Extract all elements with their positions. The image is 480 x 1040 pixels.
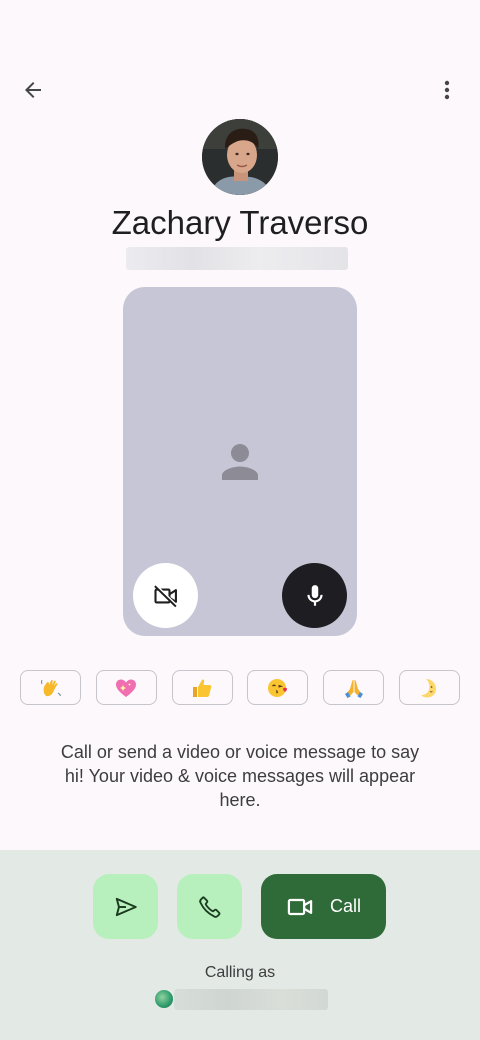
phone-icon <box>198 896 220 918</box>
account-avatar <box>155 990 173 1008</box>
sparkling-heart-icon <box>116 679 137 697</box>
reaction-waving-hand-button[interactable] <box>20 670 81 705</box>
mic-icon <box>306 584 323 606</box>
reaction-bar <box>20 670 460 708</box>
videocam-icon <box>287 898 313 915</box>
reaction-folded-hands-button[interactable] <box>323 670 385 705</box>
thumbs-up-icon <box>193 679 212 697</box>
reaction-sparkling-heart-button[interactable] <box>95 670 157 705</box>
person-icon <box>213 435 267 494</box>
bottom-action-panel: Call Calling as <box>0 850 480 1040</box>
waving-hand-icon <box>40 679 61 696</box>
reaction-thumbs-up-button[interactable] <box>171 670 233 705</box>
account-number-redacted <box>174 989 328 1010</box>
reaction-moon-face-button[interactable] <box>398 670 460 705</box>
contact-avatar <box>202 119 278 195</box>
voice-call-button[interactable] <box>177 874 242 939</box>
more-options-button[interactable] <box>427 70 467 110</box>
face-blowing-kiss-icon <box>267 678 287 697</box>
camera-toggle-button[interactable] <box>133 563 198 628</box>
videocam-off-icon <box>153 584 178 607</box>
empty-state-message: Call or send a video or voice message to… <box>60 742 420 810</box>
send-icon <box>115 897 137 916</box>
back-button[interactable] <box>13 70 53 110</box>
send-message-button[interactable] <box>93 874 158 939</box>
arrow-back-icon <box>25 82 41 98</box>
calling-as-label: Calling as <box>204 964 276 981</box>
folded-hands-icon <box>344 679 363 698</box>
self-preview-card <box>123 287 357 636</box>
contact-name: Zachary Traverso <box>111 204 369 241</box>
microphone-toggle-button[interactable] <box>282 563 347 628</box>
moon-face-icon <box>421 678 437 697</box>
more-vert-icon <box>444 80 450 100</box>
contact-number-redacted <box>126 247 348 270</box>
reaction-face-blowing-kiss-button[interactable] <box>247 670 309 705</box>
video-call-button[interactable]: Call <box>261 874 386 939</box>
video-call-label: Call <box>329 896 361 916</box>
